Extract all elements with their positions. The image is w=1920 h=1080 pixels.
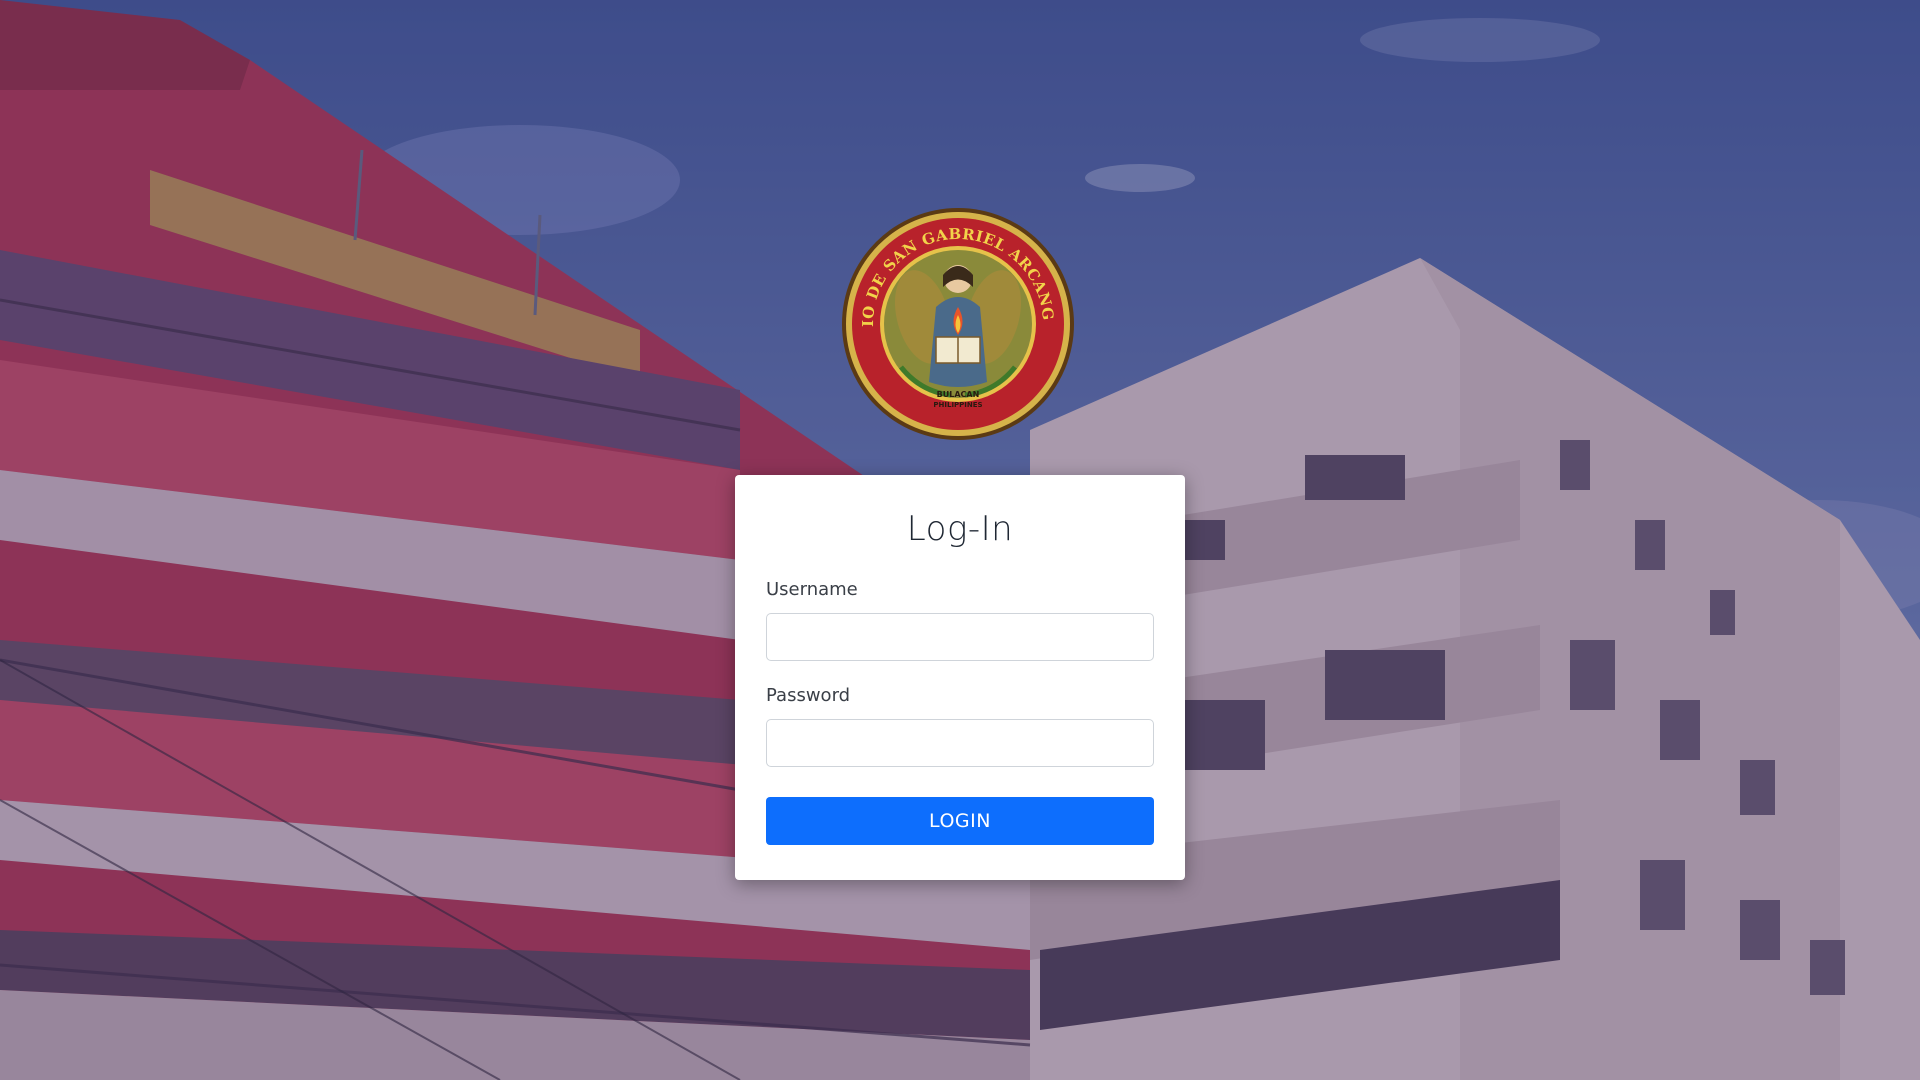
login-button[interactable]: LOGIN	[766, 797, 1154, 845]
login-title: Log-In	[906, 509, 1014, 549]
password-input[interactable]	[766, 719, 1154, 767]
login-card: Log-In Username Password LOGIN	[735, 475, 1185, 880]
school-logo: COLEGIO DE SAN GABRIEL ARCANGEL INC. BUL…	[834, 193, 1075, 441]
password-label: Password	[766, 685, 851, 706]
svg-text:BULACAN: BULACAN	[937, 390, 980, 399]
username-input[interactable]	[766, 613, 1154, 661]
svg-text:PHILIPPINES: PHILIPPINES	[933, 401, 982, 409]
username-label: Username	[766, 579, 858, 600]
